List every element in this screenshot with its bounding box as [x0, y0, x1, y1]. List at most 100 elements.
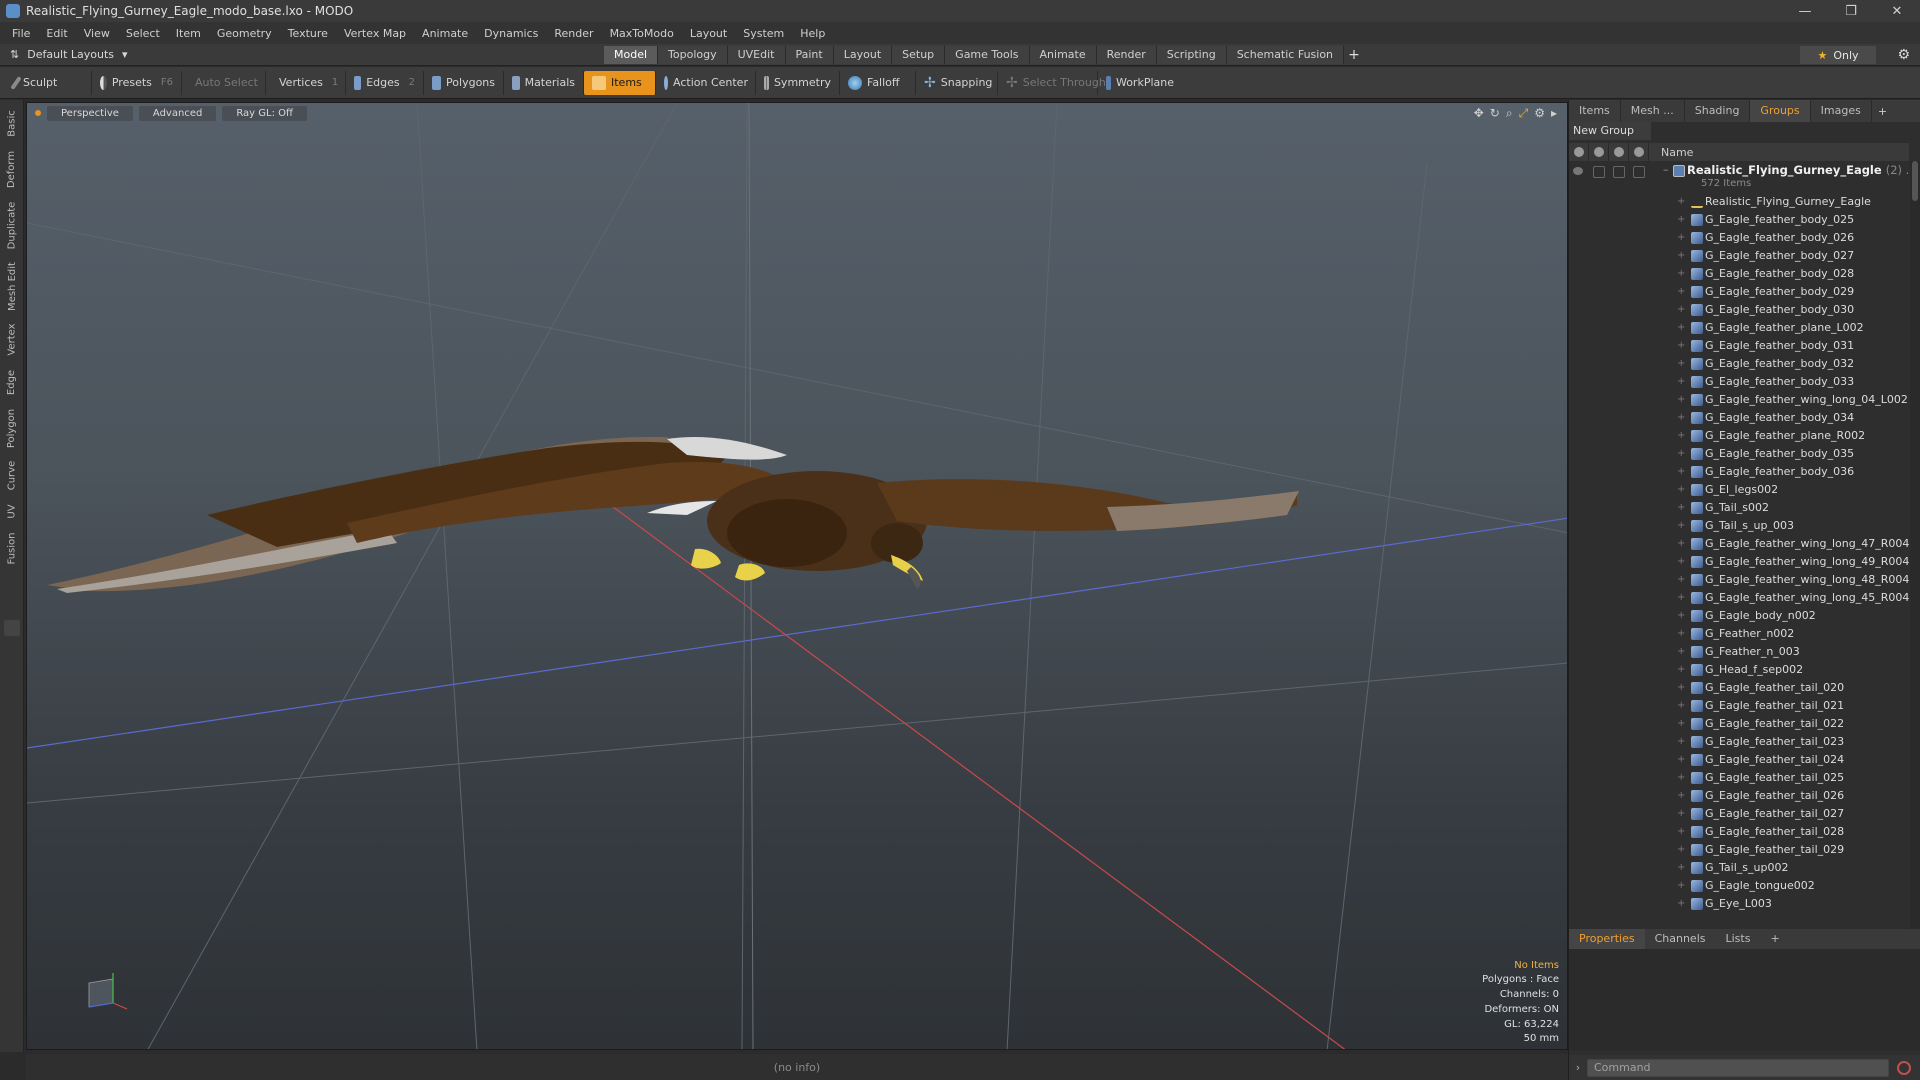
menu-item[interactable]: Item [168, 27, 209, 40]
lock-toggle[interactable] [1613, 166, 1625, 178]
tab-uvedit[interactable]: UVEdit [727, 46, 786, 64]
presets-button[interactable]: Presets F6 [92, 70, 182, 95]
group-item-row[interactable]: + G_Eagle_tongue002 [1569, 877, 1909, 895]
vtab-polygon[interactable]: Polygon [0, 404, 24, 452]
expand-icon[interactable]: + [1677, 625, 1685, 643]
menu-render[interactable]: Render [546, 27, 601, 40]
group-item-row[interactable]: + G_Eagle_feather_wing_long_49_R004 [1569, 553, 1909, 571]
group-item-row[interactable]: + G_Eagle_feather_tail_025 [1569, 769, 1909, 787]
tab-items[interactable]: Items [1569, 100, 1621, 122]
group-root-row[interactable]: – Realistic_Flying_Gurney_Eagle (2) ... … [1569, 161, 1909, 193]
render-column-icon[interactable] [1589, 143, 1609, 161]
group-item-row[interactable]: + G_Eagle_feather_body_034 [1569, 409, 1909, 427]
group-item-row[interactable]: + G_Eagle_feather_tail_023 [1569, 733, 1909, 751]
expand-icon[interactable]: + [1677, 859, 1685, 877]
menu-geometry[interactable]: Geometry [209, 27, 280, 40]
tab-game-tools[interactable]: Game Tools [945, 46, 1030, 64]
group-item-row[interactable]: + G_Eagle_feather_body_036 [1569, 463, 1909, 481]
group-item-row[interactable]: + G_Eagle_feather_wing_long_48_R004 [1569, 571, 1909, 589]
visibility-column-icon[interactable] [1569, 143, 1589, 161]
sculpt-button[interactable]: Sculpt [6, 70, 92, 95]
expand-icon[interactable]: + [1677, 571, 1685, 589]
tab-mesh[interactable]: Mesh ... [1621, 100, 1685, 122]
group-item-row[interactable]: + G_Tail_s_up_003 [1569, 517, 1909, 535]
expand-icon[interactable]: + [1677, 229, 1685, 247]
expand-icon[interactable]: + [1677, 445, 1685, 463]
menu-view[interactable]: View [76, 27, 118, 40]
vtab-duplicate[interactable]: Duplicate [0, 196, 24, 254]
vertices-button[interactable]: Vertices 1 [266, 70, 346, 95]
expand-icon[interactable]: + [1677, 895, 1685, 913]
group-item-row[interactable]: + G_Eagle_feather_plane_L002 [1569, 319, 1909, 337]
menu-system[interactable]: System [735, 27, 792, 40]
expand-icon[interactable]: + [1677, 535, 1685, 553]
3d-viewport[interactable]: Perspective Advanced Ray GL: Off ✥ ↻ ⌕ ⤢… [26, 102, 1568, 1050]
menu-vertex-map[interactable]: Vertex Map [336, 27, 414, 40]
vtab-fusion[interactable]: Fusion [0, 528, 24, 568]
expand-icon[interactable]: + [1677, 841, 1685, 859]
group-item-row[interactable]: + G_Eagle_feather_body_033 [1569, 373, 1909, 391]
group-item-row[interactable]: + G_El_legs002 [1569, 481, 1909, 499]
groups-scrollbar[interactable] [1910, 161, 1920, 931]
group-item-row[interactable]: + G_Eagle_feather_body_026 [1569, 229, 1909, 247]
expand-icon[interactable]: + [1677, 877, 1685, 895]
group-item-row[interactable]: + G_Eagle_feather_tail_027 [1569, 805, 1909, 823]
expand-icon[interactable]: + [1677, 499, 1685, 517]
group-item-row[interactable]: + G_Feather_n_003 [1569, 643, 1909, 661]
group-item-row[interactable]: + G_Eagle_feather_body_031 [1569, 337, 1909, 355]
only-toggle[interactable]: ★ Only [1800, 46, 1876, 64]
expand-icon[interactable]: + [1677, 733, 1685, 751]
expand-icon[interactable]: + [1677, 823, 1685, 841]
command-input[interactable] [1587, 1058, 1889, 1077]
expand-icon[interactable]: + [1677, 283, 1685, 301]
expand-icon[interactable]: + [1677, 265, 1685, 283]
expand-icon[interactable]: + [1677, 409, 1685, 427]
menu-texture[interactable]: Texture [280, 27, 336, 40]
tab-groups[interactable]: Groups [1750, 100, 1811, 122]
expand-icon[interactable]: + [1677, 517, 1685, 535]
name-column-header[interactable]: Name [1649, 146, 1693, 159]
tab-topology[interactable]: Topology [658, 46, 728, 64]
minimize-button[interactable]: — [1782, 0, 1828, 22]
expand-icon[interactable]: + [1677, 463, 1685, 481]
render-toggle[interactable] [1593, 166, 1605, 178]
menu-animate[interactable]: Animate [414, 27, 476, 40]
move-view-icon[interactable]: ✥ [1474, 106, 1484, 121]
workplane-button[interactable]: WorkPlane [1098, 71, 1182, 95]
group-item-row[interactable]: + G_Eagle_feather_wing_long_47_R004 [1569, 535, 1909, 553]
group-item-row[interactable]: + G_Eagle_feather_tail_020 [1569, 679, 1909, 697]
group-item-row[interactable]: + G_Eagle_feather_body_035 [1569, 445, 1909, 463]
group-item-row[interactable]: + G_Eagle_feather_tail_022 [1569, 715, 1909, 733]
expand-icon[interactable]: + [1677, 319, 1685, 337]
expand-icon[interactable]: + [1677, 805, 1685, 823]
record-macro-icon[interactable] [1897, 1060, 1911, 1075]
group-item-row[interactable]: + G_Feather_n002 [1569, 625, 1909, 643]
expand-icon[interactable]: + [1677, 697, 1685, 715]
group-item-row[interactable]: + G_Eagle_feather_tail_026 [1569, 787, 1909, 805]
expand-icon[interactable]: + [1677, 553, 1685, 571]
group-item-row[interactable]: + G_Eagle_feather_wing_long_45_R004 [1569, 589, 1909, 607]
add-tab-icon[interactable]: + [1872, 105, 1893, 118]
group-item-row[interactable]: + G_Eagle_feather_body_027 [1569, 247, 1909, 265]
tab-animate[interactable]: Animate [1029, 46, 1097, 64]
expand-icon[interactable]: + [1677, 787, 1685, 805]
lock-column-icon[interactable] [1609, 143, 1629, 161]
group-item-row[interactable]: + G_Eagle_feather_body_032 [1569, 355, 1909, 373]
group-item-row[interactable]: + G_Eagle_feather_body_029 [1569, 283, 1909, 301]
expand-icon[interactable]: + [1677, 193, 1685, 211]
expand-icon[interactable]: + [1677, 337, 1685, 355]
collapse-icon[interactable]: – [1663, 163, 1669, 176]
group-item-row[interactable]: + G_Eagle_body_n002 [1569, 607, 1909, 625]
select-through-button[interactable]: ✢ Select Through [998, 70, 1106, 95]
snapping-button[interactable]: ✢ Snapping [916, 70, 998, 95]
menu-maxtomodo[interactable]: MaxToModo [602, 27, 682, 40]
group-item-row[interactable]: + G_Eagle_feather_plane_R002 [1569, 427, 1909, 445]
vtab-deform[interactable]: Deform [0, 146, 24, 192]
menu-file[interactable]: File [4, 27, 38, 40]
group-item-row[interactable]: + G_Eagle_feather_body_028 [1569, 265, 1909, 283]
group-item-row[interactable]: + G_Head_f_sep002 [1569, 661, 1909, 679]
group-item-row[interactable]: + G_Eagle_feather_body_025 [1569, 211, 1909, 229]
zoom-view-icon[interactable]: ⌕ [1506, 106, 1513, 121]
vtab-edge[interactable]: Edge [0, 364, 24, 400]
maximize-button[interactable]: ❐ [1828, 0, 1874, 22]
